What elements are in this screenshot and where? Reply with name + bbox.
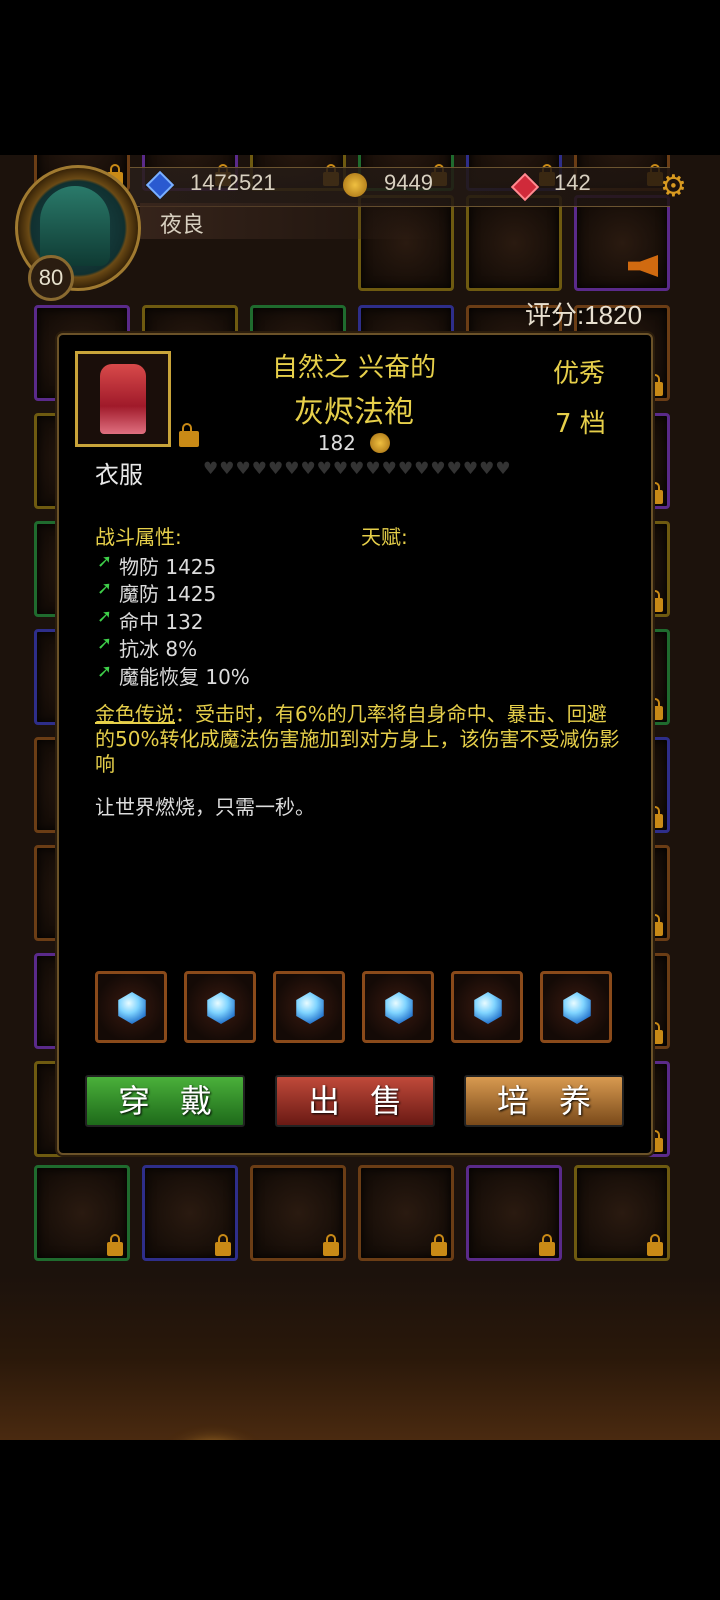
- hooded-avatar-icon: [40, 186, 110, 266]
- nav-empire[interactable]: 帝国: [587, 1425, 697, 1440]
- lock-icon: [431, 1234, 447, 1256]
- heart-row: ♥♥♥♥♥♥♥♥♥♥♥♥♥♥♥♥♥♥♥: [203, 459, 512, 479]
- arrow-up-icon: ➚: [97, 578, 113, 599]
- nav-shop[interactable]: 商店: [10, 1425, 120, 1440]
- inventory-slot[interactable]: [142, 1165, 238, 1261]
- stat-text: 命中 132: [119, 610, 204, 634]
- blue-currency-value: 1472521: [190, 170, 276, 195]
- item-tier: 7 档: [555, 409, 606, 439]
- flavor-text: 让世界燃烧，只需一秒。: [95, 795, 315, 819]
- gem-socket[interactable]: [273, 971, 345, 1043]
- talent-label: 天赋:: [361, 525, 408, 549]
- inventory-slot[interactable]: [466, 1165, 562, 1261]
- arrow-up-icon: ➚: [97, 661, 113, 682]
- arrow-up-icon: ➚: [97, 606, 113, 627]
- stat-text: 魔防 1425: [119, 582, 217, 606]
- lock-icon: [647, 1234, 663, 1256]
- nav-adventure[interactable]: 冒险: [300, 1425, 410, 1440]
- blue-gem-icon: [118, 992, 146, 1024]
- lock-icon: [215, 1234, 231, 1256]
- inventory-slot[interactable]: [358, 1165, 454, 1261]
- item-name: 灰烬法袍: [294, 395, 414, 430]
- stat-row: ➚ 魔能恢复 10%: [97, 661, 250, 690]
- settings-gear-icon[interactable]: ⚙: [660, 172, 690, 202]
- red-currency-value: 142: [554, 170, 591, 195]
- arrow-up-icon: ➚: [97, 551, 113, 572]
- stat-row: ➚ 物防 1425: [97, 551, 217, 580]
- sell-button[interactable]: 出售: [275, 1075, 435, 1127]
- price-value: 182: [317, 431, 356, 455]
- item-price: 182: [199, 431, 509, 455]
- inventory-slot[interactable]: [466, 195, 562, 291]
- item-prefix: 自然之 兴奋的: [271, 353, 437, 383]
- gem-socket[interactable]: [362, 971, 434, 1043]
- blue-gem-icon: [385, 992, 413, 1024]
- lock-icon: [107, 1234, 123, 1256]
- stat-text: 魔能恢复 10%: [119, 665, 250, 689]
- inventory-slot[interactable]: [34, 1165, 130, 1261]
- blue-gem-icon: [563, 992, 591, 1024]
- lock-icon: [539, 1234, 555, 1256]
- robe-icon: [100, 364, 146, 434]
- item-lock-icon[interactable]: [177, 423, 199, 447]
- arrow-up-icon: ➚: [97, 633, 113, 654]
- gold-currency-value: 9449: [384, 170, 433, 195]
- coin-icon: [370, 433, 391, 453]
- item-icon-frame: [75, 351, 171, 447]
- stat-row: ➚ 抗冰 8%: [97, 633, 198, 662]
- level-badge: 80: [28, 255, 74, 301]
- stat-text: 抗冰 8%: [119, 637, 198, 661]
- item-quality: 优秀: [553, 359, 606, 389]
- nav-mercenary[interactable]: 佣兵: [443, 1425, 553, 1440]
- score-text: 评分:1820: [525, 300, 643, 330]
- legend-effect: 金色传说：受击时，有6%的几率将自身命中、暴击、回避的50%转化成魔法伤害施加到…: [95, 702, 620, 777]
- gem-socket[interactable]: [184, 971, 256, 1043]
- gold-coin-icon: [343, 173, 367, 197]
- item-slot-label: 衣服: [95, 461, 143, 489]
- inventory-slot[interactable]: [574, 1165, 670, 1261]
- player-name: 夜良: [160, 213, 205, 238]
- inventory-slot[interactable]: [250, 1165, 346, 1261]
- blue-gem-icon: [474, 992, 502, 1024]
- gem-socket[interactable]: [451, 971, 523, 1043]
- blue-gem-icon: [207, 992, 235, 1024]
- stat-row: ➚ 命中 132: [97, 606, 204, 635]
- nav-character[interactable]: 角色: [155, 1425, 265, 1440]
- item-detail-dialog: 衣服 自然之 兴奋的 灰烬法袍 182 优秀 7 档 ♥♥♥♥♥♥♥♥♥♥♥♥♥…: [57, 333, 653, 1155]
- stat-text: 物防 1425: [119, 555, 217, 579]
- gem-socket[interactable]: [540, 971, 612, 1043]
- gem-socket[interactable]: [95, 971, 167, 1043]
- bottom-nav-bar: [0, 1275, 720, 1440]
- inventory-slot[interactable]: [574, 195, 670, 291]
- equip-button[interactable]: 穿戴: [85, 1075, 245, 1127]
- blue-gem-icon: [296, 992, 324, 1024]
- stat-row: ➚ 魔防 1425: [97, 578, 217, 607]
- train-button[interactable]: 培养: [464, 1075, 624, 1127]
- combat-attr-label: 战斗属性:: [95, 525, 182, 549]
- lock-icon: [323, 1234, 339, 1256]
- legend-label: 金色传说: [95, 702, 175, 726]
